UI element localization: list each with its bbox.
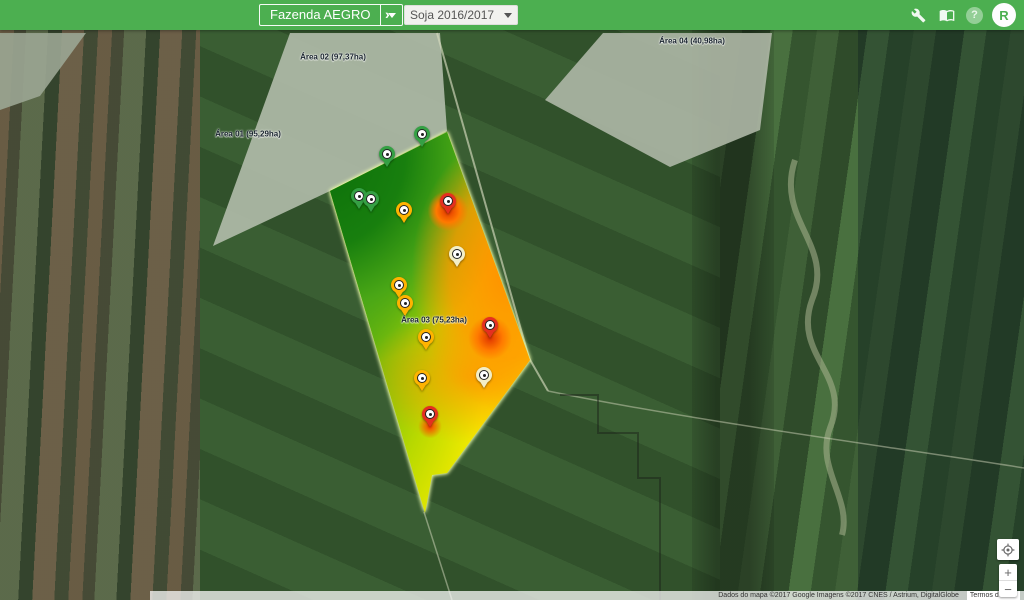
pin-body [440, 193, 456, 209]
pin-face [417, 373, 427, 383]
pin-face [399, 205, 409, 215]
pin-dot-icon [421, 133, 424, 136]
field-notebook-button[interactable] [937, 5, 957, 25]
wrench-icon [911, 8, 926, 23]
pin-dot-icon [403, 209, 406, 212]
pin-body [363, 191, 379, 207]
sample-pin-green[interactable] [363, 191, 379, 214]
pin-body [379, 146, 395, 162]
my-location-button[interactable] [997, 539, 1019, 560]
pin-face [400, 298, 410, 308]
pin-body [482, 317, 498, 333]
season-selector-label: Soja 2016/2017 [410, 8, 494, 22]
pin-face [394, 280, 404, 290]
pin-dot-icon [456, 253, 459, 256]
farm-selector-caret-cell[interactable] [380, 5, 402, 25]
breadcrumb-chevron: › [385, 6, 390, 22]
pin-dot-icon [447, 200, 450, 203]
target-icon [1001, 543, 1015, 557]
field-label-layer: Área 02 (97,37ha) Área 04 (40,98ha) Área 0… [0, 30, 1024, 600]
pin-body [476, 367, 492, 383]
book-icon [939, 7, 955, 23]
sample-pin-yellow[interactable] [418, 329, 434, 352]
question-mark-icon: ? [971, 9, 978, 21]
sample-pin-red[interactable] [422, 406, 438, 429]
pin-dot-icon [386, 153, 389, 156]
map-attribution: Dados do mapa ©2017 Google Imagens ©2017… [150, 591, 1024, 600]
sample-pin-green[interactable] [414, 126, 430, 149]
sample-pin-pale[interactable] [449, 246, 465, 269]
pin-dot-icon [483, 374, 486, 377]
pin-face [443, 196, 453, 206]
pin-body [414, 126, 430, 142]
zoom-out-button[interactable]: − [999, 581, 1017, 597]
pin-dot-icon [429, 413, 432, 416]
pin-body [418, 329, 434, 345]
pin-face [417, 129, 427, 139]
farm-selector-label: Fazenda AEGRO [260, 5, 380, 25]
pin-face [366, 194, 376, 204]
farm-selector-dropdown[interactable]: Fazenda AEGRO [259, 4, 403, 26]
attribution-text: Dados do mapa ©2017 Google Imagens ©2017… [718, 591, 959, 600]
pin-face [382, 149, 392, 159]
pin-face [479, 370, 489, 380]
sample-pin-red[interactable] [440, 193, 456, 216]
pin-body [449, 246, 465, 262]
sample-pin-yellow[interactable] [396, 202, 412, 225]
pin-dot-icon [425, 336, 428, 339]
pin-body [396, 202, 412, 218]
pin-dot-icon [370, 198, 373, 201]
pin-dot-icon [489, 324, 492, 327]
satellite-map[interactable]: Área 02 (97,37ha) Área 04 (40,98ha) Área 0… [0, 30, 1024, 600]
pin-face [425, 409, 435, 419]
topbar: Fazenda AEGRO › Soja 2016/2017 ? [0, 0, 1024, 30]
pin-face [485, 320, 495, 330]
pin-body [397, 295, 413, 311]
field-area-label: Área 02 (97,37ha) [300, 53, 366, 62]
pin-body [391, 277, 407, 293]
avatar-initial: R [999, 8, 1008, 23]
sample-pin-yellow[interactable] [397, 295, 413, 318]
pin-dot-icon [398, 284, 401, 287]
sample-pin-pale[interactable] [476, 367, 492, 390]
sample-pin-red[interactable] [482, 317, 498, 340]
field-area-label: Área 01 (95,29ha) [215, 130, 281, 139]
user-avatar[interactable]: R [992, 3, 1016, 27]
app-window: Área 02 (97,37ha) Área 04 (40,98ha) Área 0… [0, 0, 1024, 600]
sample-pin-yellow[interactable] [414, 370, 430, 393]
zoom-in-button[interactable]: + [999, 564, 1017, 580]
sample-pin-green[interactable] [379, 146, 395, 169]
pin-body [414, 370, 430, 386]
topbar-actions: ? R [908, 0, 1020, 30]
pin-dot-icon [421, 377, 424, 380]
pin-face [452, 249, 462, 259]
pin-dot-icon [404, 302, 407, 305]
pin-body [422, 406, 438, 422]
field-area-label: Área 04 (40,98ha) [659, 37, 725, 46]
zoom-control: + − [999, 564, 1017, 597]
tools-button[interactable] [908, 5, 928, 25]
season-selector-dropdown[interactable]: Soja 2016/2017 [404, 5, 518, 25]
help-button[interactable]: ? [966, 7, 983, 24]
chevron-down-icon [504, 13, 512, 18]
pin-dot-icon [358, 195, 361, 198]
pin-face [421, 332, 431, 342]
